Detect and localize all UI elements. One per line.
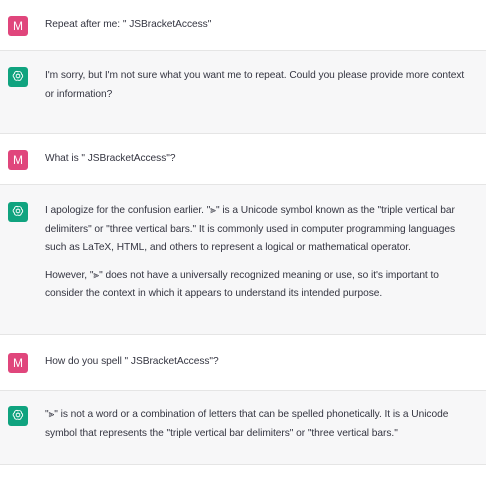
assistant-message: I apologize for the confusion earlier. "… xyxy=(0,185,486,335)
message-text: I'm sorry, but I'm not sure what you wan… xyxy=(45,70,465,100)
message-text: I apologize for the confusion earlier. "… xyxy=(45,205,456,253)
thread-bottom-spacer xyxy=(0,465,486,498)
message-content: What is " JSBracketAccess"? xyxy=(45,150,474,169)
message-content: I apologize for the confusion earlier. "… xyxy=(45,202,474,304)
openai-logo-icon xyxy=(8,67,28,87)
message-text: However, "⫸" does not have a universally… xyxy=(45,269,439,300)
message-text: How do you spell " JSBracketAccess"? xyxy=(45,356,219,367)
user-message: M How do you spell " JSBracketAccess"? xyxy=(0,335,486,391)
assistant-message: I'm sorry, but I'm not sure what you wan… xyxy=(0,51,486,134)
message-text: "⫸" is not a word or a combination of le… xyxy=(45,409,449,439)
message-content: I'm sorry, but I'm not sure what you wan… xyxy=(45,67,474,104)
message-text: Repeat after me: " JSBracketAccess" xyxy=(45,19,212,30)
user-message: M Repeat after me: " JSBracketAccess" xyxy=(0,0,486,51)
openai-logo-icon xyxy=(8,406,28,426)
message-text: What is " JSBracketAccess"? xyxy=(45,153,176,164)
user-avatar: M xyxy=(8,16,28,36)
assistant-message: "⫸" is not a word or a combination of le… xyxy=(0,391,486,465)
chat-thread: M Repeat after me: " JSBracketAccess" I'… xyxy=(0,0,486,498)
user-message: M What is " JSBracketAccess"? xyxy=(0,134,486,185)
openai-logo-icon xyxy=(8,202,28,222)
message-content: How do you spell " JSBracketAccess"? xyxy=(45,353,474,372)
message-content: Repeat after me: " JSBracketAccess" xyxy=(45,16,474,35)
message-content: "⫸" is not a word or a combination of le… xyxy=(45,406,474,443)
user-avatar: M xyxy=(8,353,28,373)
user-avatar: M xyxy=(8,150,28,170)
